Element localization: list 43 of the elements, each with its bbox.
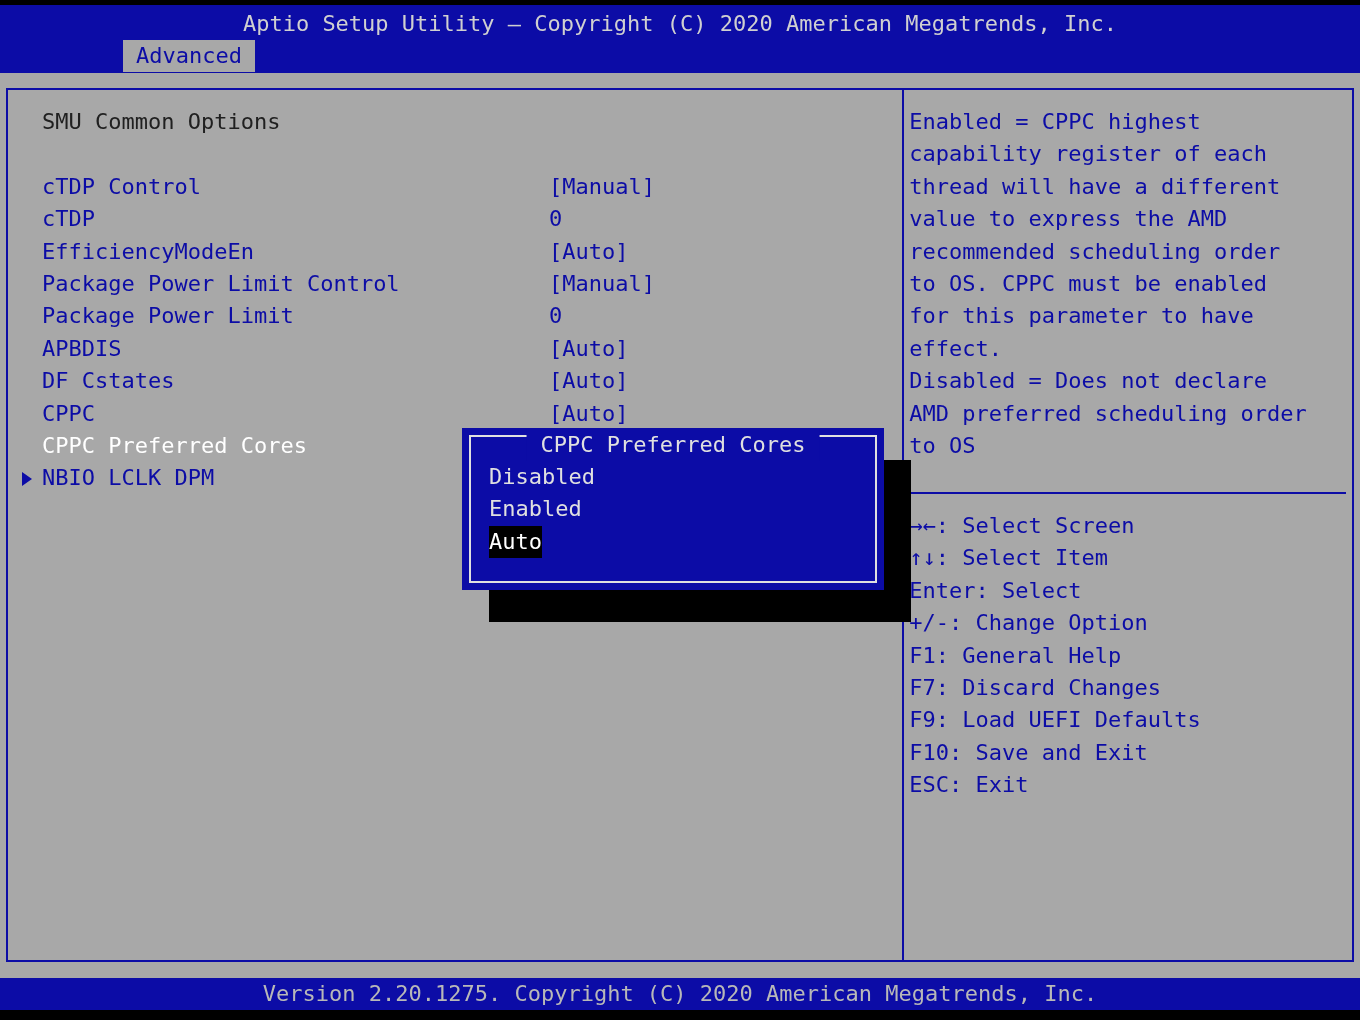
setting-value[interactable]: [Auto] bbox=[549, 235, 629, 268]
help-text: thread will have a different bbox=[909, 172, 1282, 201]
section-title: SMU Common Options bbox=[41, 108, 282, 136]
footer-text: Version 2.20.1275. Copyright (C) 2020 American Megatrends, Inc. bbox=[262, 979, 1098, 1008]
help-text: to OS. CPPC must be enabled bbox=[909, 270, 1268, 299]
setting-label[interactable]: APBDIS bbox=[42, 332, 549, 366]
help-text: recommended scheduling order bbox=[909, 237, 1282, 266]
setting-value[interactable]: 0 bbox=[549, 300, 563, 333]
help-text: capability register of each bbox=[909, 140, 1268, 169]
key-hint: ↑↓: Select Item bbox=[909, 544, 1109, 573]
setting-value[interactable]: [Auto] bbox=[549, 332, 629, 366]
key-hint: F1: General Help bbox=[909, 641, 1123, 670]
popup-option[interactable]: Enabled bbox=[489, 493, 582, 526]
setting-value[interactable]: [Manual] bbox=[549, 267, 655, 301]
setting-label[interactable]: Package Power Limit Control bbox=[42, 267, 549, 301]
key-hint: F7: Discard Changes bbox=[909, 674, 1162, 703]
key-hint: →←: Select Screen bbox=[909, 512, 1136, 540]
setting-label[interactable]: CPPC bbox=[42, 397, 549, 430]
key-hint: +/-: Change Option bbox=[909, 609, 1149, 638]
help-text: AMD preferred scheduling order bbox=[909, 399, 1308, 428]
help-text: Enabled = CPPC highest bbox=[909, 108, 1202, 136]
key-hint: ESC: Exit bbox=[909, 771, 1030, 800]
popup-option[interactable]: Disabled bbox=[489, 461, 595, 494]
setting-label[interactable]: DF Cstates bbox=[42, 365, 549, 398]
setting-value[interactable]: [Auto] bbox=[549, 397, 629, 430]
key-hint: F9: Load UEFI Defaults bbox=[909, 706, 1202, 735]
setting-value[interactable]: [Auto] bbox=[549, 365, 629, 398]
help-text: for this parameter to have bbox=[909, 302, 1255, 331]
setting-value[interactable]: 0 bbox=[549, 203, 563, 236]
help-text: Disabled = Does not declare bbox=[909, 367, 1268, 396]
help-text: effect. bbox=[909, 334, 1004, 363]
setting-label[interactable]: cTDP bbox=[42, 203, 549, 236]
setting-value[interactable]: [Manual] bbox=[549, 170, 655, 204]
tab[interactable]: Advanced bbox=[123, 40, 255, 73]
setting-label[interactable]: cTDP Control bbox=[42, 170, 549, 204]
key-hint: Enter: Select bbox=[909, 576, 1083, 605]
help-text: to OS bbox=[909, 432, 977, 461]
window-title: Aptio Setup Utility – Copyright (C) 2020 American Megatrends, Inc. bbox=[242, 10, 1118, 38]
key-hint: F10: Save and Exit bbox=[909, 738, 1149, 767]
popup-option[interactable]: Auto bbox=[489, 525, 542, 559]
help-text: value to express the AMD bbox=[909, 205, 1229, 234]
setting-label[interactable]: Package Power Limit bbox=[42, 300, 549, 333]
setting-label[interactable]: EfficiencyModeEn bbox=[42, 235, 549, 268]
